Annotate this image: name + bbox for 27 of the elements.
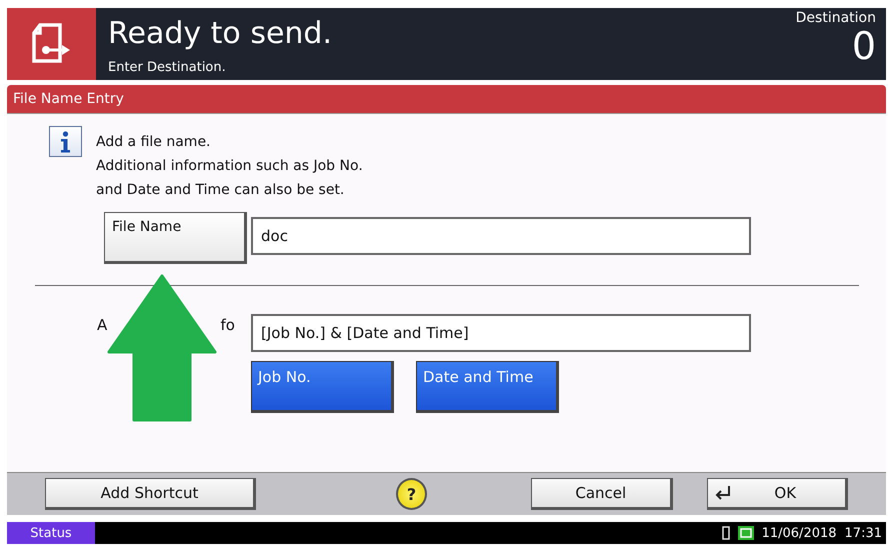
file-name-button[interactable]: File Name xyxy=(104,212,247,264)
file-name-field[interactable]: doc xyxy=(251,217,751,255)
info-text: and Date and Time can also be set. xyxy=(96,182,346,198)
help-button[interactable]: ? xyxy=(396,478,428,510)
insert-button[interactable]: Date and Time xyxy=(416,361,559,413)
device-icon xyxy=(722,526,730,540)
insert-button[interactable]: Job No. xyxy=(251,361,394,413)
screen-icon xyxy=(738,526,754,540)
info-icon xyxy=(49,126,82,157)
destination-label: Destination xyxy=(796,10,876,26)
additional-info-field[interactable]: [Job No.] & [Date and Time] xyxy=(251,314,751,352)
label-fragment: fo xyxy=(220,316,235,336)
info-text: Additional information such as Job No. xyxy=(96,158,363,174)
panel-title: File Name Entry xyxy=(7,85,886,114)
status-time: 17:31 xyxy=(844,526,882,540)
send-document-icon xyxy=(7,8,96,80)
footer-button[interactable]: Add Shortcut xyxy=(45,478,256,510)
status-button[interactable]: Status xyxy=(7,522,95,544)
ok-button[interactable]: OK xyxy=(706,478,848,510)
screen-subtitle: Enter Destination. xyxy=(108,60,227,75)
label-fragment: A xyxy=(97,316,108,336)
destination-count: 0 xyxy=(852,26,876,66)
enter-icon xyxy=(714,485,732,501)
status-date: 11/06/2018 xyxy=(762,526,837,540)
footer-button[interactable]: Cancel xyxy=(531,478,672,510)
info-text: Add a file name. xyxy=(96,134,212,150)
screen-title: Ready to send. xyxy=(108,15,334,53)
